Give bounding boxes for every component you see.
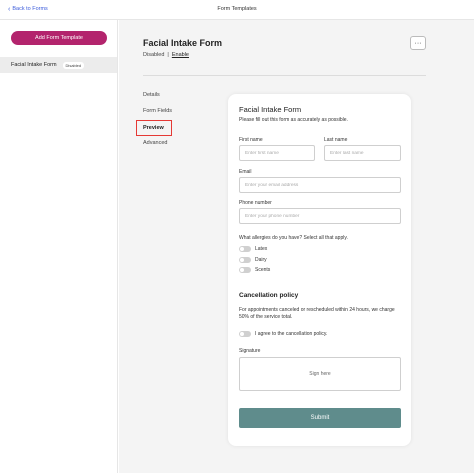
sidebar: Add Form Template Facial Intake Form Dis… <box>0 20 118 473</box>
more-options-button[interactable]: ··· <box>410 36 426 50</box>
form-preview-card: Facial Intake Form Please fill out this … <box>228 94 411 446</box>
sidebar-item-facial-intake-form[interactable]: Facial Intake Form Disabled <box>0 57 117 73</box>
first-name-input[interactable] <box>239 145 315 161</box>
nav-advanced[interactable]: Advanced <box>143 140 167 146</box>
allergies-question: What allergies do you have? Select all t… <box>239 235 348 241</box>
first-name-label: First name <box>239 137 263 143</box>
cancellation-policy-text: For appointments canceled or rescheduled… <box>239 307 395 320</box>
dairy-toggle[interactable] <box>239 257 251 263</box>
more-icon: ··· <box>414 39 422 47</box>
last-name-input[interactable] <box>324 145 401 161</box>
toggle-label: Dairy <box>255 257 267 263</box>
nav-details[interactable]: Details <box>143 92 160 98</box>
submit-button[interactable]: Submit <box>239 408 401 428</box>
top-bar: ‹ Back to Forms Form Templates <box>0 0 474 20</box>
latex-toggle[interactable] <box>239 246 251 252</box>
phone-label: Phone number <box>239 200 272 206</box>
form-title: Facial Intake Form <box>143 38 223 48</box>
divider <box>143 75 426 76</box>
page-title: Form Templates <box>217 6 257 12</box>
main-panel: Facial Intake Form Disabled | Enable ···… <box>119 20 474 473</box>
email-input[interactable] <box>239 177 401 193</box>
agree-policy-toggle[interactable] <box>239 331 251 337</box>
preview-form-title: Facial Intake Form <box>239 105 302 114</box>
add-form-template-button[interactable]: Add Form Template <box>11 31 107 45</box>
preview-form-subtitle: Please fill out this form as accurately … <box>239 117 348 123</box>
agree-policy-row: I agree to the cancellation policy. <box>239 331 327 337</box>
email-label: Email <box>239 169 252 175</box>
scents-toggle[interactable] <box>239 267 251 273</box>
signature-label: Signature <box>239 348 261 354</box>
signature-pad[interactable]: Sign here <box>239 357 401 391</box>
cancellation-policy-title: Cancellation policy <box>239 292 299 299</box>
toggle-label: I agree to the cancellation policy. <box>255 331 328 337</box>
toggle-label: Scents <box>255 267 271 273</box>
status-text: Disabled <box>143 52 165 58</box>
toggle-label: Latex <box>255 246 268 252</box>
enable-link[interactable]: Enable <box>172 52 189 58</box>
allergy-option-latex: Latex <box>239 246 267 252</box>
status-badge: Disabled <box>62 61 85 69</box>
phone-input[interactable] <box>239 208 401 224</box>
last-name-label: Last name <box>324 137 348 143</box>
allergy-option-dairy: Dairy <box>239 257 267 263</box>
allergy-option-scents: Scents <box>239 267 270 273</box>
nav-form-fields[interactable]: Form Fields <box>143 108 172 114</box>
sidebar-item-label: Facial Intake Form <box>11 62 57 68</box>
status-line: Disabled | Enable <box>143 52 189 58</box>
status-separator: | <box>167 52 169 58</box>
signature-placeholder: Sign here <box>309 371 331 377</box>
preview-highlight-box <box>136 120 172 136</box>
